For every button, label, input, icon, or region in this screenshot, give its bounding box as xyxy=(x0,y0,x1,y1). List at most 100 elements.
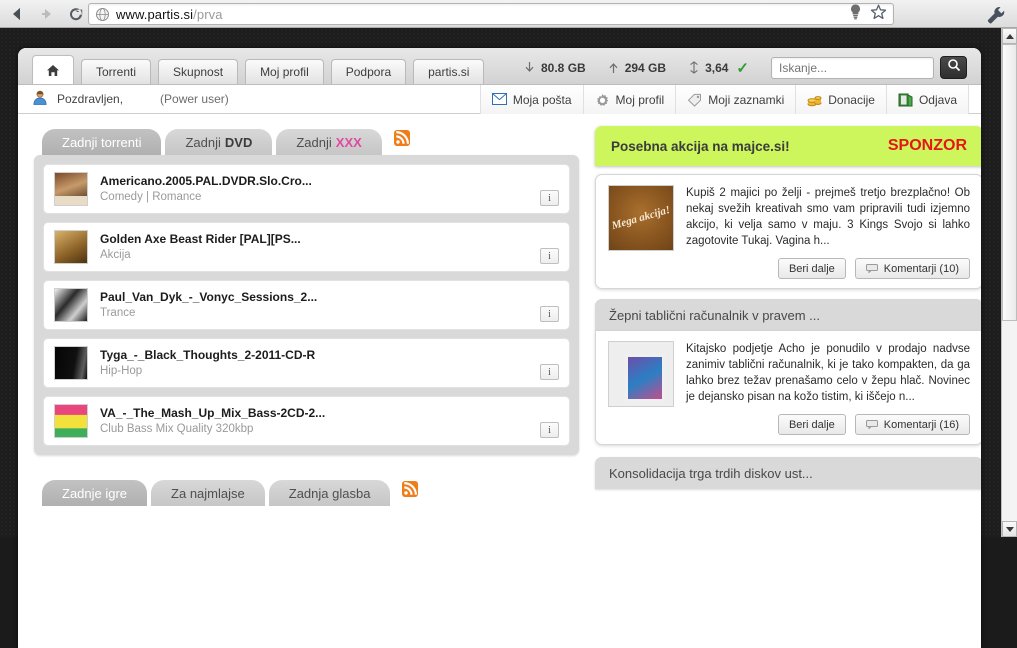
nav-tab-skupnost[interactable]: Skupnost xyxy=(158,59,239,84)
games-tabs: Zadnje igre Za najmlajse Zadnja glasba xyxy=(34,477,579,506)
omnibox-icons xyxy=(840,3,887,25)
tab-label: Zadnja glasba xyxy=(288,485,371,501)
table-row[interactable]: Americano.2005.PAL.DVDR.Slo.Cro... Comed… xyxy=(43,164,570,214)
read-more-label: Beri dalje xyxy=(788,418,835,431)
left-column: Zadnji torrenti Zadnji DVD Zadnji XXX Am… xyxy=(34,126,579,614)
address-bar[interactable]: www.partis.si/prva xyxy=(88,3,894,25)
forward-arrow-icon[interactable] xyxy=(35,2,59,26)
tab-label-xxx: XXX xyxy=(335,134,362,150)
nav-tab-label: Podpora xyxy=(345,65,392,79)
right-column: Posebna akcija na majce.si! SPONZOR Mega… xyxy=(595,126,981,614)
info-button[interactable]: i xyxy=(540,248,559,264)
coins-icon xyxy=(807,93,822,107)
url-text: www.partis.si/prva xyxy=(116,6,223,22)
info-button[interactable]: i xyxy=(540,422,559,438)
info-button[interactable]: i xyxy=(540,364,559,380)
read-more-label: Beri dalje xyxy=(788,262,835,275)
scrollbar-track[interactable] xyxy=(1002,44,1017,521)
torrent-thumbnail xyxy=(54,346,88,380)
info-button[interactable]: i xyxy=(540,190,559,206)
menu-item-label: Moj profil xyxy=(615,92,665,107)
comments-label: Komentarji (10) xyxy=(883,262,959,275)
user-bar: Pozdravljen, (Power user) Moja pošta Moj… xyxy=(18,85,981,114)
home-icon xyxy=(46,64,60,77)
wrench-icon[interactable] xyxy=(985,4,1007,26)
comments-button[interactable]: Komentarji (10) xyxy=(854,258,970,279)
article-title: Žepni tablični računalnik v pravem ... xyxy=(609,307,820,323)
rss-icon[interactable] xyxy=(402,481,419,497)
sponsor-card: Mega akcija! Kupiš 2 majici po želji - p… xyxy=(595,174,981,289)
torrent-title: Paul_Van_Dyk_-_Vonyc_Sessions_2... xyxy=(100,289,318,304)
site-container: Torrenti Skupnost Moj profil Podpora par… xyxy=(18,48,981,648)
tab-zadnje-igre[interactable]: Zadnje igre xyxy=(42,480,148,506)
scrollbar-thumb[interactable] xyxy=(1002,44,1017,321)
sponsor-badge: SPONZOR xyxy=(887,137,967,154)
tab-zadnji-xxx[interactable]: Zadnji XXX xyxy=(276,129,382,155)
vertical-scrollbar[interactable] xyxy=(1001,28,1017,537)
info-button[interactable]: i xyxy=(540,306,559,322)
search-input[interactable] xyxy=(771,56,934,79)
table-row[interactable]: VA_-_The_Mash_Up_Mix_Bass-2CD-2... Club … xyxy=(43,396,570,446)
torrent-title: Americano.2005.PAL.DVDR.Slo.Cro... xyxy=(100,173,312,188)
article-thumbnail xyxy=(608,341,674,407)
menu-item-odjava[interactable]: Odjava xyxy=(885,85,969,114)
nav-tab-partis-si[interactable]: partis.si xyxy=(413,59,485,84)
search-icon xyxy=(947,58,961,77)
read-more-button[interactable]: Beri dalje xyxy=(777,258,846,279)
tab-label: Za najmlajse xyxy=(171,485,245,501)
torrent-thumbnail xyxy=(54,172,88,206)
tab-zadnja-glasba[interactable]: Zadnja glasba xyxy=(268,480,391,506)
table-row[interactable]: Paul_Van_Dyk_-_Vonyc_Sessions_2... Tranc… xyxy=(43,280,570,330)
greeting-text: Pozdravljen, xyxy=(57,92,124,106)
menu-item-moj-profil[interactable]: Moj profil xyxy=(582,85,676,114)
article-header[interactable]: Žepni tablični računalnik v pravem ... xyxy=(595,299,981,331)
globe-icon xyxy=(95,7,110,22)
nav-tab-podpora[interactable]: Podpora xyxy=(330,59,407,84)
rss-icon[interactable] xyxy=(393,130,410,146)
article-card: Kitajsko podjetje Acho je ponudilo v pro… xyxy=(595,331,981,445)
torrent-title: Tyga_-_Black_Thoughts_2-2011-CD-R xyxy=(100,347,316,362)
menu-item-donacije[interactable]: Donacije xyxy=(795,85,886,114)
nav-tab-torrenti[interactable]: Torrenti xyxy=(81,59,152,84)
sponsor-title: Posebna akcija na majce.si! xyxy=(611,138,790,154)
article-actions: Beri dalje Komentarji (16) xyxy=(608,414,970,435)
sponsor-banner[interactable]: Posebna akcija na majce.si! SPONZOR xyxy=(595,126,981,166)
logout-icon xyxy=(898,93,913,107)
ratio-icon xyxy=(688,61,699,74)
tab-label: Zadnje igre xyxy=(62,485,128,501)
torrent-category: Hip-Hop xyxy=(100,364,143,377)
search-button[interactable] xyxy=(940,56,967,79)
lightbulb-icon[interactable] xyxy=(848,3,863,25)
nav-tab-moj-profil[interactable]: Moj profil xyxy=(245,59,324,84)
stat-ratio-value: 3,64 xyxy=(705,60,729,75)
tab-label: Zadnji xyxy=(296,134,332,150)
stat-download-value: 80.8 GB xyxy=(541,60,586,75)
greeting-block: Pozdravljen, (Power user) xyxy=(32,90,229,108)
stat-upload-value: 294 GB xyxy=(624,60,667,75)
nav-tab-label: partis.si xyxy=(428,65,470,79)
comments-button[interactable]: Komentarji (16) xyxy=(854,414,970,435)
nav-tab-home[interactable] xyxy=(32,55,74,84)
table-row[interactable]: Golden Axe Beast Rider [PAL][PS... Akcij… xyxy=(43,222,570,272)
torrent-category: Trance xyxy=(100,306,136,319)
reload-icon[interactable] xyxy=(64,2,88,26)
tab-zadnji-torrenti[interactable]: Zadnji torrenti xyxy=(42,129,162,155)
stat-upload: 294 GB xyxy=(608,61,666,75)
article-header[interactable]: Konsolidacija trga trdih diskov ust... xyxy=(595,457,981,489)
torrent-category: Club Bass Mix Quality 320kbp xyxy=(100,422,254,435)
tab-zadnji-dvd[interactable]: Zadnji DVD xyxy=(165,129,273,155)
article-title: Konsolidacija trga trdih diskov ust... xyxy=(609,465,813,481)
scroll-up-button[interactable] xyxy=(1002,28,1017,44)
torrent-thumbnail xyxy=(54,288,88,322)
back-arrow-icon[interactable] xyxy=(6,2,30,26)
read-more-button[interactable]: Beri dalje xyxy=(777,414,846,435)
star-icon[interactable] xyxy=(870,4,887,25)
torrent-tabs: Zadnji torrenti Zadnji DVD Zadnji XXX xyxy=(34,126,579,155)
tab-za-najmlajse[interactable]: Za najmlajse xyxy=(151,480,265,506)
scroll-down-button[interactable] xyxy=(1002,521,1017,537)
table-row[interactable]: Tyga_-_Black_Thoughts_2-2011-CD-R Hip-Ho… xyxy=(43,338,570,388)
user-menu: Moja pošta Moj profil Moji zaznamki Dona… xyxy=(479,85,969,114)
menu-item-moji-zaznamki[interactable]: Moji zaznamki xyxy=(675,85,796,114)
browser-nav-buttons xyxy=(6,2,88,26)
menu-item-moja-posta[interactable]: Moja pošta xyxy=(479,85,583,114)
